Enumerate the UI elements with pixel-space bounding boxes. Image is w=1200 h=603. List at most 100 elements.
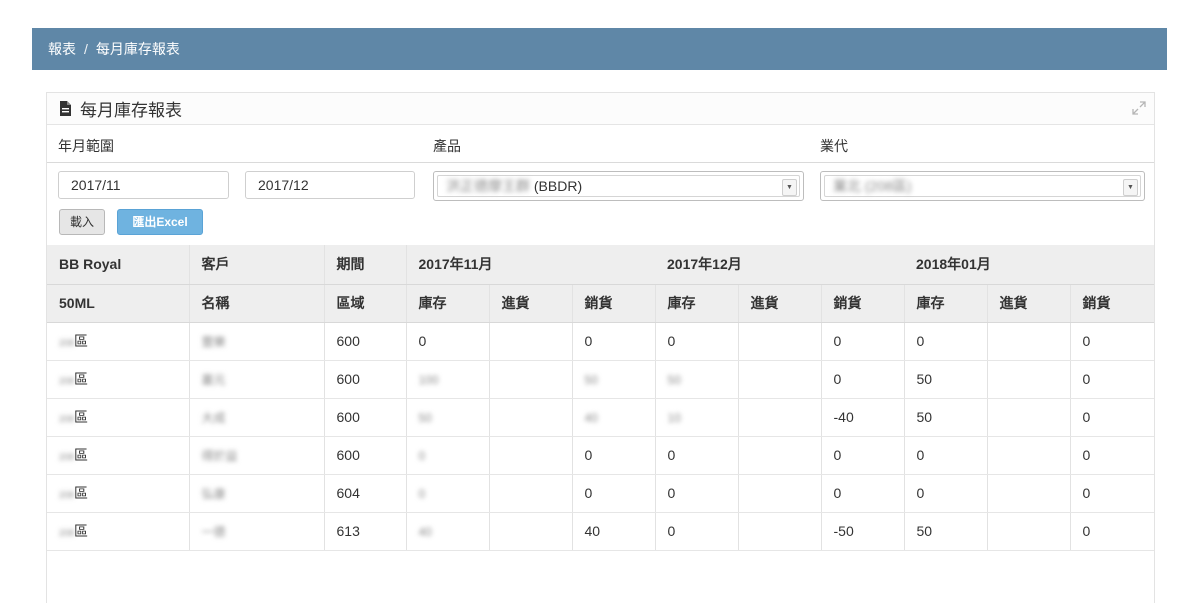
value-cell: [738, 436, 822, 475]
area-cell: 613: [324, 512, 407, 551]
caret-down-icon: ▼: [782, 179, 797, 196]
value-cell: 0: [1070, 398, 1154, 437]
region-cell: 208區: [47, 360, 190, 399]
customer-name: 大成: [201, 410, 226, 425]
region-suffix: 區: [74, 371, 89, 387]
region-cell: 208區: [47, 398, 190, 437]
table-row: 208區 叢元 600 100 50 50 0 50 0: [47, 360, 1154, 399]
value-cell: 0: [821, 474, 905, 513]
subheader-cell: 庫存: [406, 284, 490, 323]
value-text: 0: [418, 449, 426, 463]
inventory-table: BB Royal 客戶 期間 2017年11月 2017年12月 2018年01…: [47, 245, 1154, 551]
value-cell: 0: [1070, 512, 1154, 551]
customer-name: 弘康: [201, 486, 226, 501]
breadcrumb-current: 每月庫存報表: [95, 41, 180, 57]
region-code: 208: [59, 414, 75, 424]
export-excel-button[interactable]: 匯出Excel: [117, 209, 203, 235]
breadcrumb-separator: /: [84, 41, 88, 57]
value-text: 100: [418, 373, 439, 387]
value-text: 10: [667, 411, 681, 425]
value-cell: [987, 398, 1071, 437]
subheader-cell: 銷貨: [1070, 284, 1154, 323]
product-code: (BBDR): [533, 178, 583, 194]
value-cell: [489, 398, 573, 437]
value-cell: 0: [655, 512, 739, 551]
value-cell: 50: [904, 398, 988, 437]
value-cell: 0: [1070, 322, 1154, 361]
value-cell: [738, 360, 822, 399]
value-cell: 0: [655, 322, 739, 361]
subheader-cell: 50ML: [47, 284, 190, 323]
panel-title: 每月庫存報表: [80, 101, 182, 120]
value-cell: -40: [821, 398, 905, 437]
value-cell: 50: [904, 360, 988, 399]
value-cell: 50: [406, 398, 490, 437]
region-cell: 208區: [47, 474, 190, 513]
value-cell: 0: [572, 474, 656, 513]
value-cell: 0: [821, 436, 905, 475]
value-cell: [738, 512, 822, 551]
region-suffix: 區: [74, 485, 89, 501]
product-select[interactable]: 洪正德摩王群 (BBDR) ▼: [433, 171, 804, 201]
customer-cell: 大成: [189, 398, 325, 437]
value-text: 50: [418, 411, 432, 425]
product-select-value: 洪正德摩王群 (BBDR) ▼: [437, 175, 800, 197]
filter-row: 2017/11 2017/12 洪正德摩王群 (BBDR) ▼ 業北 (208區…: [47, 163, 1154, 205]
table-row: 208區 豐樂 600 0 0 0 0 0 0: [47, 322, 1154, 361]
region-cell: 208區: [47, 512, 190, 551]
value-cell: 0: [904, 322, 988, 361]
file-text-icon: [60, 101, 71, 116]
customer-cell: 得於益: [189, 436, 325, 475]
date-to-input[interactable]: 2017/12: [245, 171, 415, 199]
subheader-cell: 進貨: [738, 284, 822, 323]
customer-name: 叢元: [201, 372, 226, 387]
expand-icon[interactable]: [1132, 101, 1146, 115]
value-text: 40: [418, 525, 432, 539]
value-cell: 0: [1070, 360, 1154, 399]
area-cell: 600: [324, 436, 407, 475]
value-cell: 40: [572, 398, 656, 437]
subheader-cell: 區域: [324, 284, 407, 323]
filter-labels: 年月範圍 產品 業代: [47, 125, 1154, 163]
value-cell: 0: [655, 436, 739, 475]
value-cell: 40: [572, 512, 656, 551]
value-cell: 10: [655, 398, 739, 437]
value-cell: [489, 322, 573, 361]
customer-name: 一德: [201, 524, 226, 539]
region-code: 208: [59, 528, 75, 538]
area-cell: 600: [324, 360, 407, 399]
date-from-input[interactable]: 2017/11: [58, 171, 229, 199]
breadcrumb-parent[interactable]: 報表: [48, 39, 76, 59]
value-cell: 50: [904, 512, 988, 551]
load-button[interactable]: 載入: [59, 209, 105, 235]
header-period: 期間: [324, 245, 407, 285]
agent-select[interactable]: 業北 (208區) ▼: [820, 171, 1145, 201]
area-cell: 600: [324, 322, 407, 361]
value-cell: [987, 512, 1071, 551]
value-cell: [738, 474, 822, 513]
date-range-label: 年月範圍: [58, 138, 114, 154]
value-cell: 0: [904, 436, 988, 475]
value-text: 40: [584, 411, 598, 425]
value-cell: [489, 512, 573, 551]
value-cell: 40: [406, 512, 490, 551]
product-name: 洪正德摩王群: [446, 178, 530, 194]
agent-value: 業北 (208區): [833, 178, 912, 194]
table-body: 208區 豐樂 600 0 0 0 0 0 0 208區 叢元 600 100 50 50 0 50 0 208區大…: [47, 322, 1154, 551]
value-cell: [987, 474, 1071, 513]
value-cell: 0: [1070, 436, 1154, 475]
agent-label: 業代: [820, 138, 848, 154]
value-cell: [738, 322, 822, 361]
value-cell: [489, 360, 573, 399]
region-code: 208: [59, 490, 75, 500]
region-suffix: 區: [74, 333, 89, 349]
table-header-row-2: 50ML 名稱 區域 庫存 進貨 銷貨 庫存 進貨 銷貨 庫存 進貨 銷貨: [47, 284, 1154, 323]
value-cell: 0: [821, 322, 905, 361]
customer-cell: 叢元: [189, 360, 325, 399]
header-month-3: 2018年01月: [904, 245, 1154, 285]
table-row: 208區 大成 600 50 40 10 -40 50 0: [47, 398, 1154, 437]
value-cell: 100: [406, 360, 490, 399]
value-cell: 0: [572, 322, 656, 361]
value-cell: 0: [406, 436, 490, 475]
subheader-cell: 庫存: [655, 284, 739, 323]
